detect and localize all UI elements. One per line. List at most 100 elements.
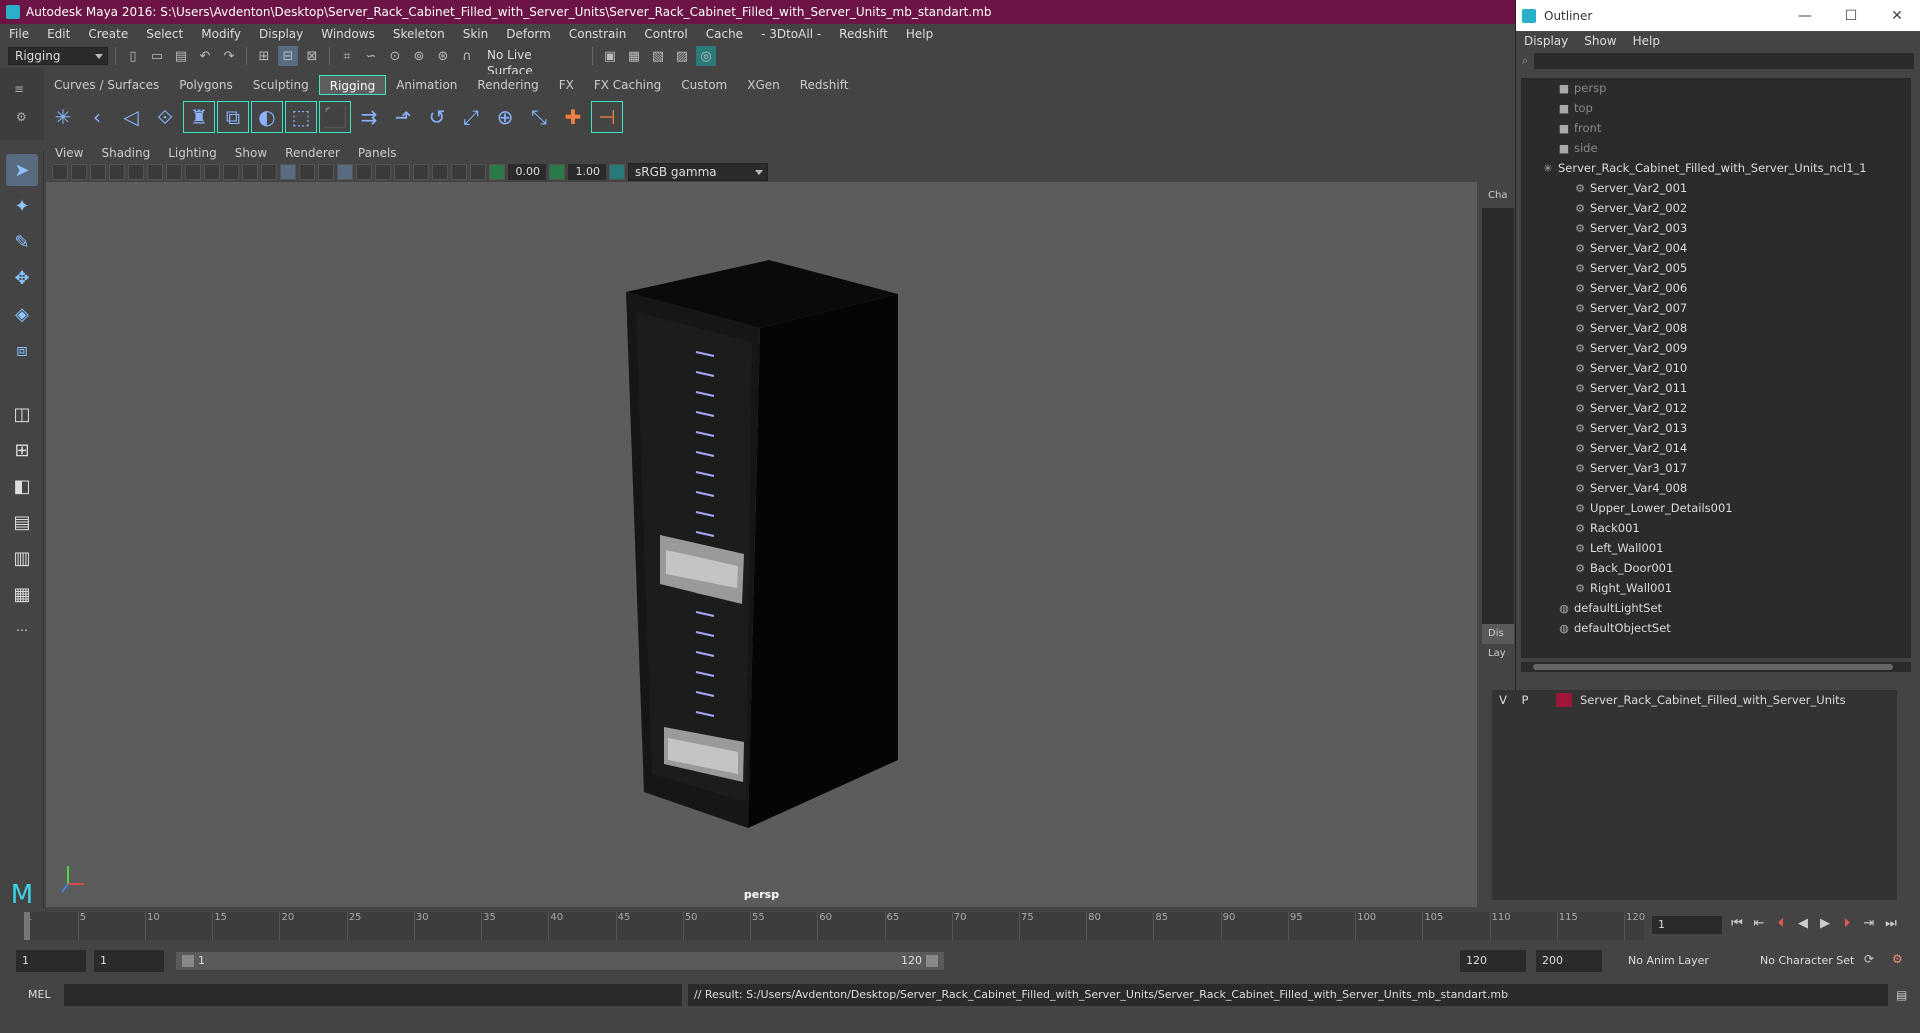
outliner-child-row[interactable]: ⚙ Rack001 bbox=[1521, 518, 1911, 538]
time-slider[interactable]: 1510152025303540455055606570758085909510… bbox=[0, 908, 1920, 942]
layout-menu-icon[interactable]: ⋯ bbox=[6, 614, 38, 646]
outliner-set-row[interactable]: ◍ defaultObjectSet bbox=[1521, 618, 1911, 638]
parent-constraint-icon[interactable]: ⊕ bbox=[490, 102, 520, 132]
wireframe-icon[interactable] bbox=[261, 164, 277, 180]
maximize-button[interactable]: ☐ bbox=[1828, 8, 1874, 24]
outliner-child-row[interactable]: ⚙ Server_Var2_005 bbox=[1521, 258, 1911, 278]
range-slider[interactable]: 1 120 bbox=[176, 952, 944, 970]
shelf-tab-6[interactable]: FX bbox=[549, 75, 584, 95]
viewport-menu-2[interactable]: Lighting bbox=[159, 146, 226, 160]
outliner-camera-row[interactable]: ■ side bbox=[1521, 138, 1911, 158]
shelf-tab-5[interactable]: Rendering bbox=[467, 75, 548, 95]
field-chart-icon[interactable] bbox=[204, 164, 220, 180]
render-view-icon[interactable]: ▨ bbox=[672, 46, 692, 66]
pole-vector-icon[interactable]: ⤡ bbox=[524, 102, 554, 132]
outliner-group-row[interactable]: ✳ Server_Rack_Cabinet_Filled_with_Server_… bbox=[1521, 158, 1911, 178]
shelf-tab-10[interactable]: Redshift bbox=[790, 75, 859, 95]
xray-icon[interactable] bbox=[337, 164, 353, 180]
mel-label[interactable]: MEL bbox=[28, 988, 51, 1001]
viewport-menu-3[interactable]: Show bbox=[226, 146, 276, 160]
render-frame-icon[interactable]: ▦ bbox=[624, 46, 644, 66]
shelf-tab-3[interactable]: Rigging bbox=[318, 75, 387, 95]
menu-3[interactable]: Select bbox=[137, 27, 192, 41]
menu-8[interactable]: Skin bbox=[454, 27, 498, 41]
paint-select-icon[interactable]: ✎ bbox=[6, 226, 38, 258]
smooth-shade-icon[interactable] bbox=[280, 164, 296, 180]
menu-9[interactable]: Deform bbox=[497, 27, 560, 41]
depth-of-field-icon[interactable] bbox=[413, 164, 429, 180]
character-set-dropdown[interactable]: No Character Set bbox=[1754, 950, 1874, 972]
viewport-menu-4[interactable]: Renderer bbox=[276, 146, 349, 160]
open-scene-icon[interactable]: ▭ bbox=[147, 46, 167, 66]
camera-attributes-icon[interactable] bbox=[52, 164, 68, 180]
colorspace-dropdown[interactable]: sRGB gamma bbox=[628, 163, 768, 181]
lasso-tool-icon[interactable]: ✦ bbox=[6, 190, 38, 222]
anim-end-field[interactable]: 200 bbox=[1536, 950, 1602, 972]
exposure-field[interactable]: 0.00 bbox=[508, 164, 546, 180]
use-lights-icon[interactable] bbox=[299, 164, 315, 180]
close-button[interactable]: ✕ bbox=[1874, 8, 1920, 24]
shelf-gear-icon[interactable]: ⚙ bbox=[16, 110, 44, 124]
layer-tab[interactable]: Lay bbox=[1488, 648, 1506, 659]
menu-1[interactable]: Edit bbox=[38, 27, 79, 41]
two-view-icon[interactable]: ◧ bbox=[6, 470, 38, 502]
outliner-scrollbar[interactable] bbox=[1521, 662, 1911, 672]
script-editor-icon[interactable]: ▤ bbox=[1896, 988, 1907, 1002]
magnet-icon[interactable]: ∩ bbox=[457, 46, 477, 66]
channel-box-tab[interactable]: Cha bbox=[1488, 190, 1507, 201]
exposure-icon[interactable] bbox=[489, 164, 505, 180]
perspective-viewport[interactable]: persp bbox=[46, 182, 1477, 907]
menu-14[interactable]: Redshift bbox=[830, 27, 897, 41]
four-view-icon[interactable]: ⊞ bbox=[6, 434, 38, 466]
viewport-menu-1[interactable]: Shading bbox=[92, 146, 159, 160]
menu-11[interactable]: Control bbox=[635, 27, 696, 41]
outliner-camera-row[interactable]: ■ top bbox=[1521, 98, 1911, 118]
menu-7[interactable]: Skeleton bbox=[384, 27, 454, 41]
menu-10[interactable]: Constrain bbox=[560, 27, 636, 41]
menu-12[interactable]: Cache bbox=[697, 27, 752, 41]
live-surface-field[interactable]: No Live Surface bbox=[481, 47, 585, 78]
select-object-icon[interactable]: ⊟ bbox=[278, 46, 298, 66]
outliner-persp-icon[interactable]: ▤ bbox=[6, 506, 38, 538]
gamma-icon[interactable] bbox=[549, 164, 565, 180]
outliner-child-row[interactable]: ⚙ Server_Var2_010 bbox=[1521, 358, 1911, 378]
menu-2[interactable]: Create bbox=[79, 27, 137, 41]
select-tool-icon[interactable]: ➤ bbox=[6, 154, 38, 186]
single-view-icon[interactable]: ◫ bbox=[6, 398, 38, 430]
outliner-child-row[interactable]: ⚙ Server_Var2_006 bbox=[1521, 278, 1911, 298]
step-forward-key-icon[interactable]: ⇥ bbox=[1860, 914, 1878, 934]
step-forward-frame-icon[interactable]: ⏵ bbox=[1838, 914, 1856, 934]
outliner-menu-0[interactable]: Display bbox=[1516, 34, 1576, 48]
quick-rig-icon[interactable]: ♜ bbox=[183, 101, 215, 133]
shelf-tab-4[interactable]: Animation bbox=[386, 75, 467, 95]
shelf-tab-0[interactable]: Curves / Surfaces bbox=[44, 75, 169, 95]
bind-skin-icon[interactable]: ⧉ bbox=[217, 101, 249, 133]
outliner-child-row[interactable]: ⚙ Back_Door001 bbox=[1521, 558, 1911, 578]
anim-layer-dropdown[interactable]: No Anim Layer bbox=[1622, 950, 1742, 972]
preferences-icon[interactable]: ⚙ bbox=[1892, 952, 1903, 966]
rotate-tool-icon[interactable]: ◈ bbox=[6, 298, 38, 330]
step-back-frame-icon[interactable]: ⏴ bbox=[1772, 914, 1790, 934]
outliner-child-row[interactable]: ⚙ Server_Var2_014 bbox=[1521, 438, 1911, 458]
playback-start-field[interactable]: 1 bbox=[94, 950, 164, 972]
step-back-key-icon[interactable]: ⇤ bbox=[1750, 914, 1768, 934]
menu-0[interactable]: File bbox=[0, 27, 38, 41]
mel-input[interactable] bbox=[64, 984, 682, 1006]
outliner-child-row[interactable]: ⚙ Server_Var2_011 bbox=[1521, 378, 1911, 398]
outliner-child-row[interactable]: ⚙ Server_Var2_004 bbox=[1521, 238, 1911, 258]
scale-constraint-icon[interactable]: ⤢ bbox=[456, 102, 486, 132]
snap-grid-icon[interactable]: ⌗ bbox=[337, 46, 357, 66]
safe-action-icon[interactable] bbox=[223, 164, 239, 180]
playback-end-field[interactable]: 120 bbox=[1460, 950, 1526, 972]
viewport-menu-0[interactable]: View bbox=[46, 146, 92, 160]
ipr-render-icon[interactable]: ▧ bbox=[648, 46, 668, 66]
outliner-set-row[interactable]: ◍ defaultLightSet bbox=[1521, 598, 1911, 618]
outliner-child-row[interactable]: ⚙ Server_Var3_017 bbox=[1521, 458, 1911, 478]
shelf-tab-8[interactable]: Custom bbox=[671, 75, 737, 95]
go-to-end-icon[interactable]: ⏭ bbox=[1882, 914, 1900, 934]
play-forward-icon[interactable]: ▶ bbox=[1816, 914, 1834, 934]
shelf-tab-9[interactable]: XGen bbox=[737, 75, 790, 95]
minimize-button[interactable]: — bbox=[1782, 8, 1828, 24]
outliner-child-row[interactable]: ⚙ Server_Var2_007 bbox=[1521, 298, 1911, 318]
isolate-select-icon[interactable] bbox=[432, 164, 448, 180]
